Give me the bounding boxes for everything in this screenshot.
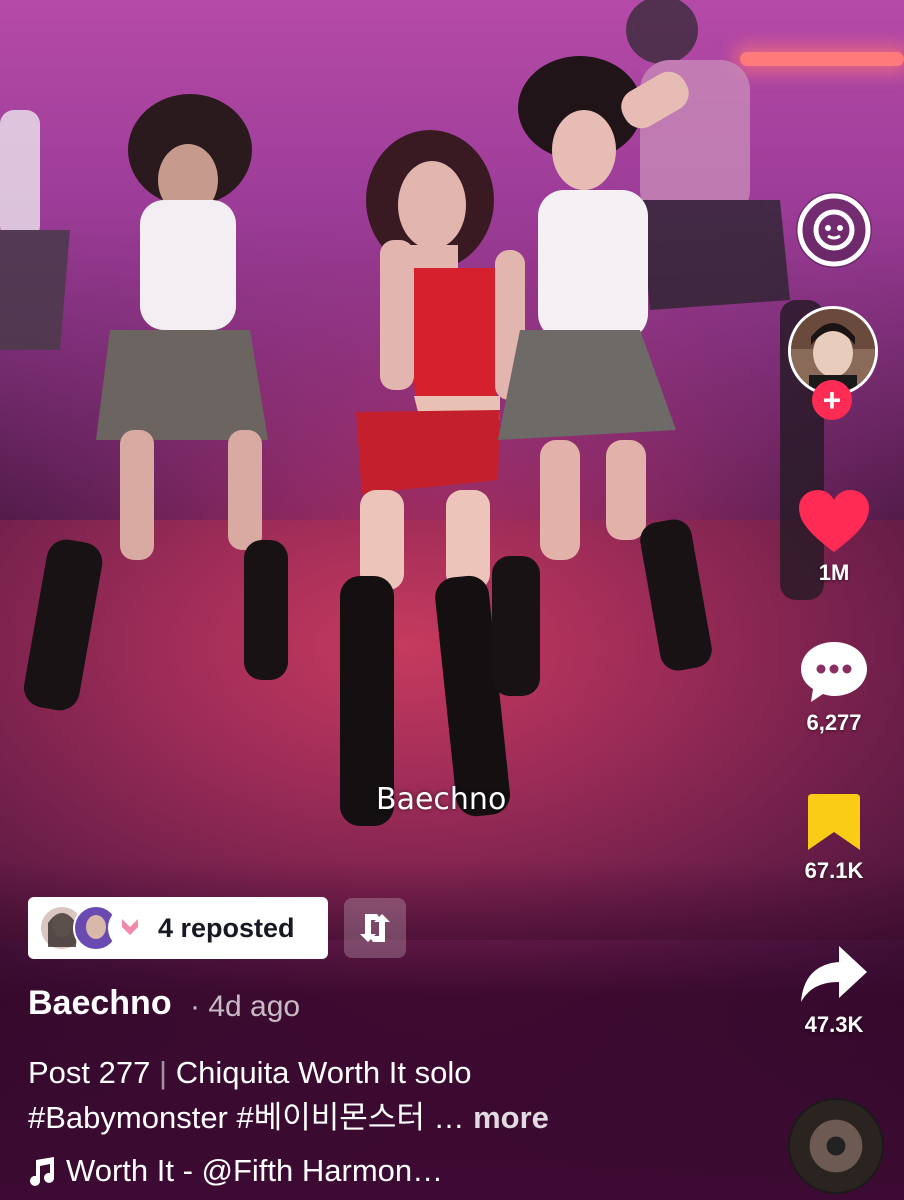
comment-icon: [801, 642, 867, 702]
save-button[interactable]: 67.1K: [794, 792, 874, 884]
caption-line-1: Post 277 | Chiquita Worth It solo: [28, 1055, 472, 1090]
like-count: 1M: [818, 560, 850, 585]
share-button[interactable]: 47.3K: [794, 944, 874, 1038]
like-button[interactable]: 1M: [794, 488, 874, 586]
caption-line-2[interactable]: #Babymonster #베이비몬스터 … more: [28, 1092, 549, 1137]
heart-icon: [799, 490, 869, 552]
music-link[interactable]: Worth It - @Fifth Harmon…: [28, 1153, 443, 1189]
video-watermark: Baechno: [376, 782, 507, 817]
repost-button[interactable]: [344, 898, 406, 958]
comment-button[interactable]: 6,277: [794, 640, 874, 736]
repost-label: 4 reposted: [158, 913, 295, 943]
creator-avatar[interactable]: +: [788, 306, 878, 436]
plus-icon: +: [822, 382, 842, 418]
ai-assistant-button[interactable]: [794, 190, 874, 270]
reposter-avatars: [39, 905, 152, 951]
video-player[interactable]: Baechno + 1M 6,277 67.1K 47.3K 4 reposte…: [0, 0, 904, 1200]
share-arrow-icon: [801, 946, 867, 1002]
more-link[interactable]: more: [473, 1100, 549, 1135]
share-count: 47.3K: [804, 1012, 864, 1037]
caption-hashtags[interactable]: #Babymonster #베이비몬스터 …: [28, 1100, 464, 1135]
repost-icon: [360, 914, 390, 942]
music-disc[interactable]: [788, 1098, 884, 1194]
music-note-icon: [30, 1157, 54, 1186]
chat-bot-icon: [796, 192, 872, 268]
author-name[interactable]: Baechno: [28, 984, 172, 1023]
music-title: Worth It - @Fifth Harmon…: [66, 1153, 444, 1188]
post-age: · 4d ago: [190, 990, 301, 1023]
follow-button[interactable]: +: [812, 380, 852, 420]
save-count: 67.1K: [804, 858, 864, 883]
dancers-illustration: [0, 0, 824, 826]
bookmark-icon: [808, 794, 860, 850]
reposted-by-pill[interactable]: 4 reposted: [28, 897, 328, 959]
comment-count: 6,277: [806, 710, 862, 735]
